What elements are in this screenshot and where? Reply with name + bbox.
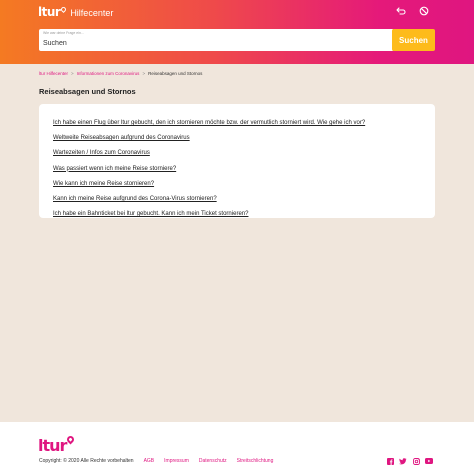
footer-logo[interactable]: ltur (38, 434, 76, 455)
search-input[interactable] (43, 38, 383, 49)
list-item: Weltweite Reiseabsagen aufgrund des Coro… (53, 126, 365, 141)
breadcrumb-current: Reiseabsagen und Stornos (148, 71, 203, 76)
list-item: Was passiert wenn ich meine Reise storni… (53, 157, 365, 172)
header-subtitle: Hilfecenter (70, 8, 114, 18)
ltur-logo: ltur (38, 5, 61, 19)
list-item: Ich habe ein Bahnticket bei ltur gebucht… (53, 202, 365, 217)
brand[interactable]: ltur Hilfecenter (38, 5, 113, 19)
list-item: Wie kann ich meine Reise stornieren? (53, 172, 365, 187)
search-button[interactable]: Suchen (392, 29, 435, 51)
breadcrumb: ltur Hilfecenter > Informationen zum Cor… (39, 71, 202, 76)
breadcrumb-link-coronavirus[interactable]: Informationen zum Coronavirus (77, 71, 140, 76)
faq-list: Ich habe einen Flug über ltur gebucht, d… (53, 111, 365, 217)
list-item: Kann ich meine Reise aufgrund des Corona… (53, 187, 365, 202)
footer-link-datenschutz[interactable]: Datenschutz (199, 458, 227, 464)
breadcrumb-separator: > (71, 71, 74, 76)
footer-link-agb[interactable]: AGB (144, 458, 155, 464)
youtube-icon[interactable] (425, 457, 433, 465)
page-title: Reiseabsagen und Stornos (39, 87, 136, 96)
faq-link[interactable]: Wie kann ich meine Reise stornieren? (53, 181, 154, 187)
twitter-icon[interactable] (399, 457, 407, 465)
location-pin-icon (60, 5, 68, 14)
location-pin-icon (65, 434, 76, 445)
back-arrow-icon[interactable] (394, 4, 408, 18)
search-label: Wie war deine Frage ein… (43, 31, 85, 35)
no-sign-icon[interactable] (417, 4, 431, 18)
copyright-text: Copyright: © 2020 Alle Rechte vorbehalte… (39, 458, 134, 464)
search-box: Wie war deine Frage ein… (39, 29, 394, 51)
faq-link[interactable]: Kann ich meine Reise aufgrund des Corona… (53, 196, 217, 202)
footer-link-streitschlichtung[interactable]: Streitschlichtung (237, 458, 274, 464)
breadcrumb-separator: > (142, 71, 146, 76)
footer: ltur Copyright: © 2020 Alle Rechte vorbe… (0, 422, 474, 474)
breadcrumb-link-hilfecenter[interactable]: ltur Hilfecenter (39, 71, 68, 76)
list-item: Ich habe einen Flug über ltur gebucht, d… (53, 111, 365, 126)
faq-link[interactable]: Ich habe einen Flug über ltur gebucht, d… (53, 120, 365, 126)
facebook-icon[interactable] (386, 457, 394, 465)
faq-link[interactable]: Weltweite Reiseabsagen aufgrund des Coro… (53, 135, 190, 141)
list-item: Wartezeiten / Infos zum Coronavirus (53, 141, 365, 156)
footer-link-impressum[interactable]: Impressum (164, 458, 189, 464)
footer-logo-text: ltur (38, 436, 67, 455)
faq-link[interactable]: Ich habe ein Bahnticket bei ltur gebucht… (53, 211, 248, 217)
faq-card: Ich habe einen Flug über ltur gebucht, d… (39, 104, 435, 218)
faq-link[interactable]: Wartezeiten / Infos zum Coronavirus (53, 150, 150, 156)
instagram-icon[interactable] (412, 457, 420, 465)
faq-link[interactable]: Was passiert wenn ich meine Reise storni… (53, 166, 176, 172)
footer-bottom-row: Copyright: © 2020 Alle Rechte vorbehalte… (39, 458, 273, 464)
